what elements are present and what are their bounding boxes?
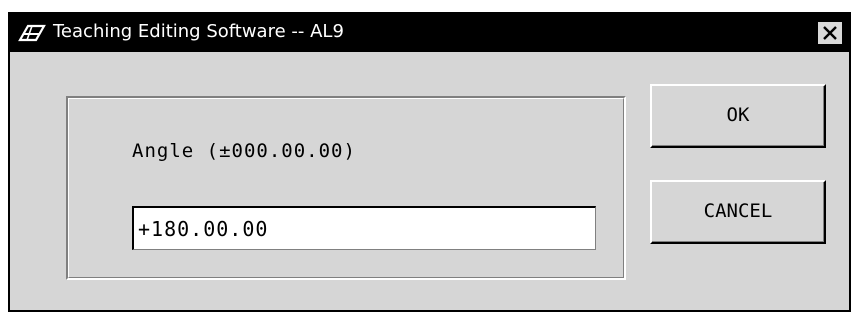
angle-input[interactable] bbox=[132, 206, 596, 250]
title-bar[interactable]: Teaching Editing Software -- AL9 bbox=[10, 14, 849, 52]
angle-group-box: Angle (±000.00.00) bbox=[66, 96, 626, 280]
dialog-window: Teaching Editing Software -- AL9 Angle (… bbox=[8, 12, 851, 312]
window-title: Teaching Editing Software -- AL9 bbox=[53, 21, 344, 42]
close-icon bbox=[823, 26, 837, 40]
close-button[interactable] bbox=[817, 21, 843, 45]
angle-label: Angle (±000.00.00) bbox=[132, 140, 356, 162]
cancel-button[interactable]: CANCEL bbox=[650, 180, 826, 244]
ok-button[interactable]: OK bbox=[650, 84, 826, 148]
app-editor-icon bbox=[18, 22, 48, 44]
